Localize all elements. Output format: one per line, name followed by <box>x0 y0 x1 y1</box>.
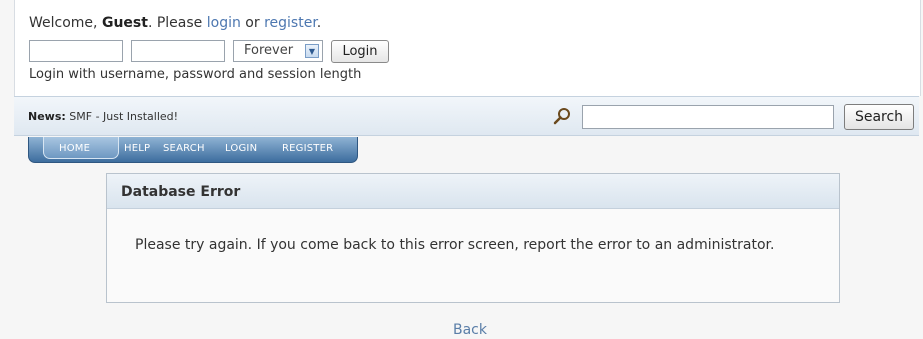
chevron-down-icon[interactable]: ▼ <box>305 44 319 58</box>
login-help-text: Login with username, password and sessio… <box>29 67 362 82</box>
register-link[interactable]: register <box>264 15 317 31</box>
error-title: Database Error <box>121 184 241 200</box>
news-content: SMF - Just Installed! <box>69 110 179 123</box>
username-input[interactable] <box>29 40 123 62</box>
user-section: Welcome, Guest. Please login or register… <box>14 0 921 96</box>
welcome-text: Welcome, Guest. Please login or register… <box>29 15 321 31</box>
or-text: or <box>245 15 260 31</box>
main-menu: HOME HELP SEARCH LOGIN REGISTER <box>28 137 358 163</box>
magnifier-icon <box>553 108 570 125</box>
welcome-prefix: Welcome, <box>29 15 98 31</box>
error-message: Please try again. If you come back to th… <box>135 237 775 253</box>
menu-item-home[interactable]: HOME <box>59 143 90 154</box>
please-text: . Please <box>147 15 203 31</box>
password-input[interactable] <box>131 40 225 62</box>
menu-item-search[interactable]: SEARCH <box>163 143 205 154</box>
session-length-value: Forever <box>244 43 294 58</box>
username: Guest <box>101 15 148 31</box>
login-link[interactable]: login <box>207 15 241 31</box>
menu-item-login[interactable]: LOGIN <box>225 143 257 154</box>
menu-item-help[interactable]: HELP <box>124 143 150 154</box>
news-text: News: SMF - Just Installed! <box>28 110 178 123</box>
news-label: News: <box>28 110 66 123</box>
session-length-select[interactable]: Forever ▼ <box>233 40 323 62</box>
period-text: . <box>316 15 322 31</box>
news-bar: News: SMF - Just Installed! Search <box>14 96 919 136</box>
login-button[interactable]: Login <box>331 40 389 63</box>
back-link[interactable]: Back <box>453 322 487 338</box>
error-panel: Database Error Please try again. If you … <box>106 173 840 303</box>
search-button[interactable]: Search <box>844 104 914 130</box>
menu-item-register[interactable]: REGISTER <box>282 143 333 154</box>
error-header: Database Error <box>107 174 839 209</box>
search-input[interactable] <box>582 105 834 129</box>
